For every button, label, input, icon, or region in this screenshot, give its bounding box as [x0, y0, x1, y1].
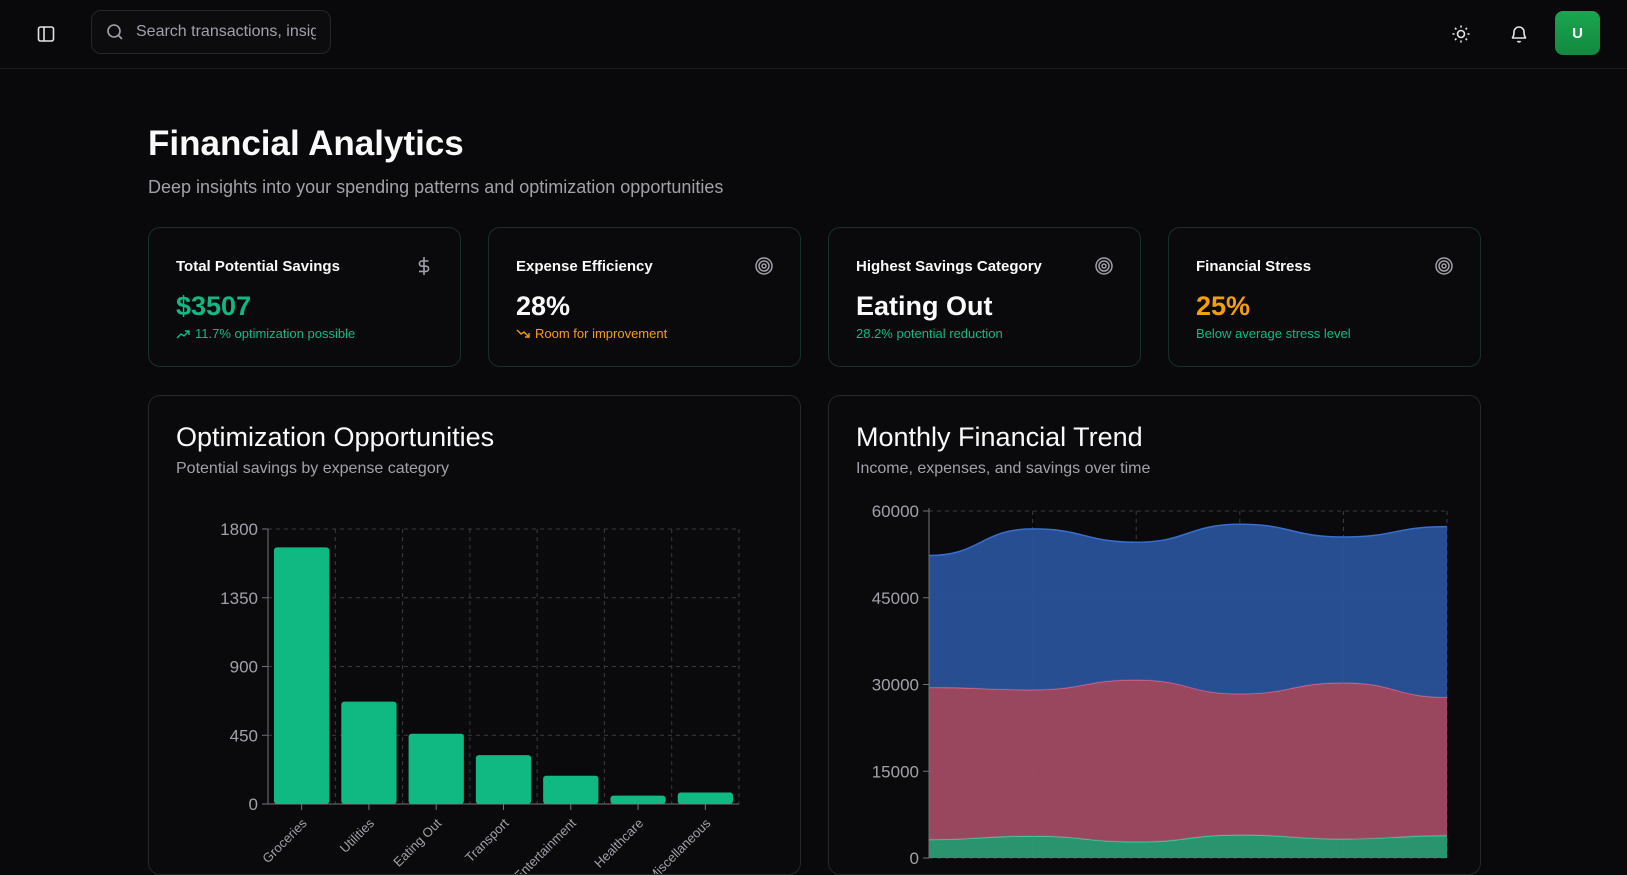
stat-label: Total Potential Savings	[176, 258, 340, 275]
bar-chart: 0 450 900 1350 1800 Groceries Utilities Eating …	[220, 520, 740, 875]
bar	[341, 701, 397, 804]
area-income	[929, 524, 1447, 698]
theme-toggle-button[interactable]	[1446, 19, 1476, 49]
y-tick-label: 0	[249, 795, 258, 814]
sun-icon	[1452, 25, 1470, 43]
y-tick-label: 60000	[872, 502, 919, 521]
stat-label: Expense Efficiency	[516, 258, 653, 275]
stat-subtext-label: 28.2% potential reduction	[856, 326, 1003, 341]
target-icon	[754, 256, 774, 276]
stat-label: Financial Stress	[1196, 258, 1312, 275]
y-tick-label: 0	[910, 849, 919, 868]
stat-subtext-label: Below average stress level	[1196, 326, 1351, 341]
x-tick-label: Groceries	[259, 815, 310, 866]
target-icon	[1094, 256, 1114, 276]
y-tick-label: 30000	[872, 676, 919, 695]
notifications-button[interactable]	[1504, 19, 1534, 49]
sidebar-toggle-icon[interactable]	[32, 20, 60, 48]
area-chart: 0 15000 30000 45000 60000	[872, 502, 1448, 868]
y-tick-label: 15000	[872, 762, 919, 781]
stat-card-expense-efficiency: Expense Efficiency 28% Room for improvem…	[488, 227, 801, 367]
x-tick-label: Healthcare	[591, 816, 646, 871]
trending-down-icon	[516, 329, 530, 338]
stat-value: Eating Out	[856, 291, 993, 321]
x-tick-label: Utilities	[337, 815, 378, 856]
bar	[543, 775, 599, 804]
y-tick-label: 1800	[220, 520, 258, 539]
stat-subtext: Below average stress level	[1196, 326, 1351, 341]
optimization-opportunities-panel: Optimization Opportunities Potential sav…	[148, 395, 801, 875]
stat-subtext: Room for improvement	[516, 326, 667, 341]
stat-card-highest-savings-category: Highest Savings Category Eating Out 28.2…	[828, 227, 1141, 367]
search-box[interactable]	[91, 10, 331, 54]
stat-subtext-label: 11.7% optimization possible	[195, 326, 356, 341]
x-tick-label: Eating Out	[390, 815, 444, 869]
search-input[interactable]	[136, 23, 316, 41]
monthly-financial-trend-panel: Monthly Financial Trend Income, expenses…	[828, 395, 1481, 875]
stat-subtext: 28.2% potential reduction	[856, 326, 1003, 341]
x-tick-label: Transport	[462, 815, 512, 865]
stat-card-potential-savings: Total Potential Savings $3507 11.7% opti…	[148, 227, 461, 367]
bar	[677, 792, 733, 804]
bar	[610, 795, 666, 804]
bell-icon	[1511, 26, 1527, 43]
target-icon	[1434, 256, 1454, 276]
stat-value: $3507	[176, 291, 252, 321]
trending-up-icon	[176, 329, 190, 338]
x-tick-label: Entertainment	[511, 815, 579, 875]
bar	[274, 547, 330, 804]
area-expenses	[929, 679, 1447, 842]
stat-card-financial-stress: Financial Stress 25% Below average stres…	[1168, 227, 1481, 367]
stat-subtext: 11.7% optimization possible	[176, 326, 355, 341]
bar	[475, 755, 532, 804]
y-tick-label: 45000	[872, 589, 919, 608]
stat-value: 25%	[1196, 291, 1251, 321]
y-tick-label: 450	[230, 726, 258, 745]
top-bar: U	[0, 0, 1627, 69]
y-tick-label: 900	[230, 658, 258, 677]
bar	[408, 733, 464, 804]
dollar-icon	[414, 256, 434, 276]
page-subtitle: Deep insights into your spending pattern…	[148, 177, 724, 197]
stat-label: Highest Savings Category	[856, 258, 1042, 275]
page-title: Financial Analytics	[148, 124, 464, 163]
stat-value: 28%	[516, 291, 571, 321]
avatar[interactable]: U	[1555, 11, 1600, 55]
stat-subtext-label: Room for improvement	[535, 326, 668, 341]
search-icon	[107, 24, 123, 40]
y-tick-label: 1350	[220, 589, 258, 608]
x-tick-label: Miscellaneous	[645, 815, 714, 875]
